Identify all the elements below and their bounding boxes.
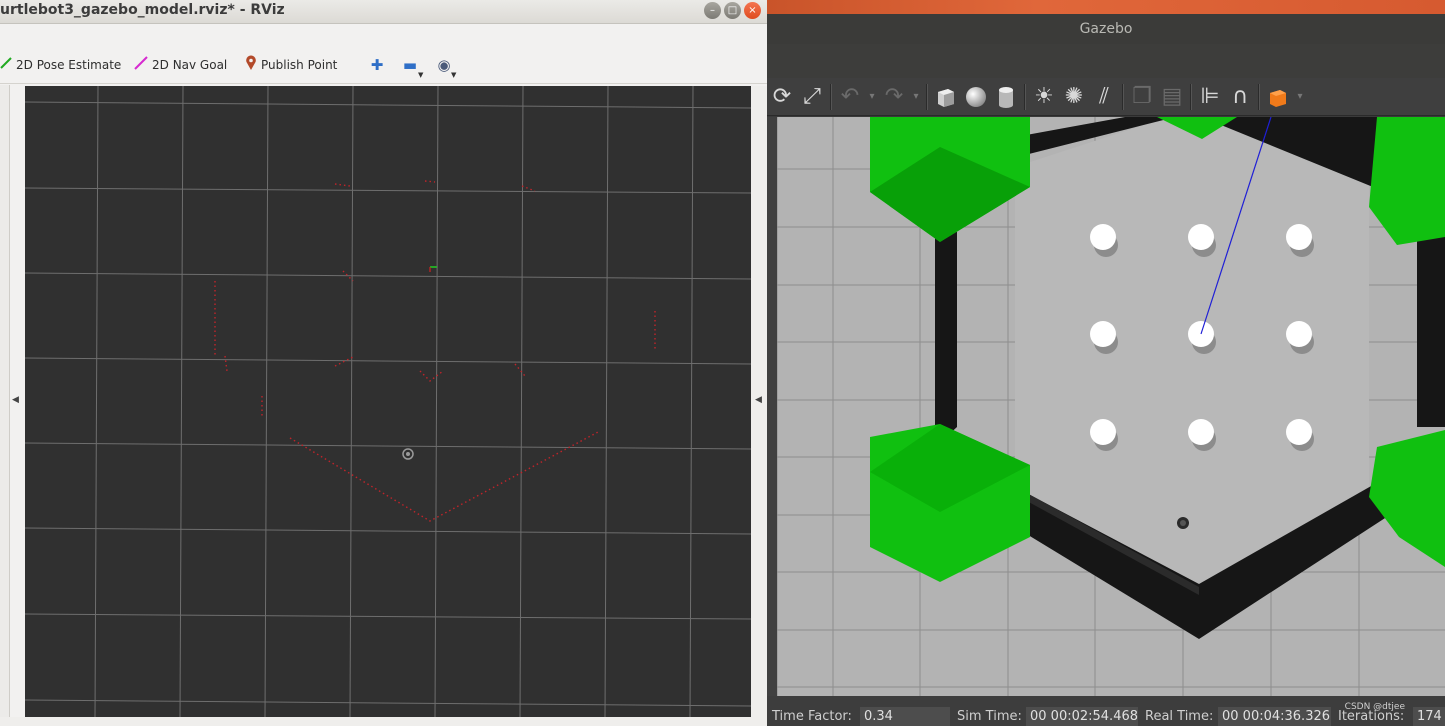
real-time-value: 00 00:04:36.326 — [1218, 707, 1331, 726]
toolbar-separator — [1258, 83, 1260, 110]
watermark: CSDN @dtjee — [1344, 702, 1405, 712]
copy-icon[interactable]: ❐ — [1127, 82, 1157, 112]
nav-goal-button[interactable]: 2D Nav Goal — [134, 56, 227, 74]
box-icon[interactable] — [931, 82, 961, 112]
gazebo-world-render — [777, 117, 1445, 696]
iterations-value: 174 — [1413, 707, 1445, 726]
gazebo-left-panel-edge — [767, 117, 777, 696]
publish-point-label: Publish Point — [261, 58, 338, 72]
origin-axes-marker — [429, 266, 437, 272]
minus-icon[interactable]: ▬ — [400, 56, 420, 74]
snap-icon[interactable]: ∩ — [1225, 82, 1255, 112]
chevron-down-icon[interactable]: ▼ — [418, 71, 423, 79]
sim-time-label: Sim Time: — [957, 709, 1022, 724]
sim-time-value: 00 00:02:54.468 — [1026, 707, 1138, 726]
directional-light-icon[interactable]: ⫽ — [1089, 82, 1119, 112]
laser-scan-points — [214, 180, 656, 522]
rviz-toolbar: 2D Pose Estimate 2D Nav Goal Publish Poi… — [0, 46, 767, 84]
toolbar-separator — [926, 83, 928, 110]
redo-icon[interactable]: ↷ — [879, 82, 909, 112]
rviz-titlebar[interactable]: urtlebot3_gazebo_model.rviz* - RViz – □ … — [0, 0, 767, 24]
collapse-right-panel-icon[interactable]: ◀ — [755, 395, 762, 405]
rviz-3d-viewport[interactable] — [25, 86, 751, 717]
turtlebot-robot — [1177, 517, 1189, 529]
rviz-left-panel-edge — [0, 85, 10, 726]
toolbar-separator — [1024, 83, 1026, 110]
chevron-down-icon[interactable]: ▾ — [1293, 91, 1307, 102]
sphere-icon[interactable] — [961, 82, 991, 112]
pink-arrow-icon — [134, 56, 148, 74]
chevron-down-icon[interactable]: ▾ — [865, 91, 879, 102]
paste-icon[interactable]: ▤ — [1157, 82, 1187, 112]
scale-icon[interactable]: ⤢ — [797, 82, 827, 112]
robot-marker — [402, 448, 414, 460]
nav-goal-label: 2D Nav Goal — [152, 58, 228, 72]
gazebo-title: Gazebo — [1079, 21, 1133, 37]
publish-point-button[interactable]: Publish Point — [245, 55, 338, 75]
minimize-button[interactable]: – — [704, 2, 721, 19]
maximize-button[interactable]: □ — [724, 2, 741, 19]
collapse-left-panel-icon[interactable]: ◀ — [12, 395, 19, 405]
spot-light-icon[interactable]: ✺ — [1059, 82, 1089, 112]
rviz-bottom-edge — [0, 717, 767, 726]
rotate-icon[interactable]: ⟳ — [767, 82, 797, 112]
map-pin-icon — [245, 55, 257, 75]
toolbar-separator — [830, 83, 832, 110]
rviz-title: urtlebot3_gazebo_model.rviz* - RViz — [0, 2, 285, 18]
cylinder-icon[interactable] — [991, 82, 1021, 112]
gazebo-menubar — [767, 44, 1445, 78]
undo-icon[interactable]: ↶ — [835, 82, 865, 112]
plus-icon[interactable]: ✚ — [367, 56, 387, 74]
desktop-background-strip — [767, 0, 1445, 14]
rviz-window: urtlebot3_gazebo_model.rviz* - RViz – □ … — [0, 0, 767, 726]
time-factor-value: 0.34 — [860, 707, 950, 726]
chevron-down-icon[interactable]: ▾ — [909, 91, 923, 102]
rviz-menubar — [0, 24, 767, 46]
pose-estimate-label: 2D Pose Estimate — [16, 58, 122, 72]
real-time-label: Real Time: — [1145, 709, 1214, 724]
gazebo-statusbar: Time Factor: 0.34 Sim Time: 00 00:02:54.… — [767, 696, 1445, 726]
pose-estimate-button[interactable]: 2D Pose Estimate — [0, 56, 121, 74]
gazebo-titlebar[interactable]: Gazebo — [767, 14, 1445, 44]
toolbar-separator — [1122, 83, 1124, 110]
chevron-down-icon[interactable]: ▼ — [451, 71, 456, 79]
close-button[interactable]: × — [744, 2, 761, 19]
time-factor-label: Time Factor: — [772, 709, 852, 724]
gazebo-window: Gazebo ⟳ ⤢ ↶ ▾ ↷ ▾ ☀ ✺ ⫽ ❐ ▤ ⊫ ∩ ▾ Time … — [767, 0, 1445, 726]
gazebo-toolbar: ⟳ ⤢ ↶ ▾ ↷ ▾ ☀ ✺ ⫽ ❐ ▤ ⊫ ∩ ▾ — [767, 78, 1445, 116]
gazebo-3d-scene[interactable] — [777, 117, 1445, 696]
align-icon[interactable]: ⊫ — [1195, 82, 1225, 112]
rviz-grid — [25, 86, 751, 717]
toolbar-separator — [1190, 83, 1192, 110]
green-arrow-icon — [0, 57, 12, 73]
view-angle-icon[interactable] — [1263, 82, 1293, 112]
point-light-icon[interactable]: ☀ — [1029, 82, 1059, 112]
rviz-render — [25, 86, 751, 717]
